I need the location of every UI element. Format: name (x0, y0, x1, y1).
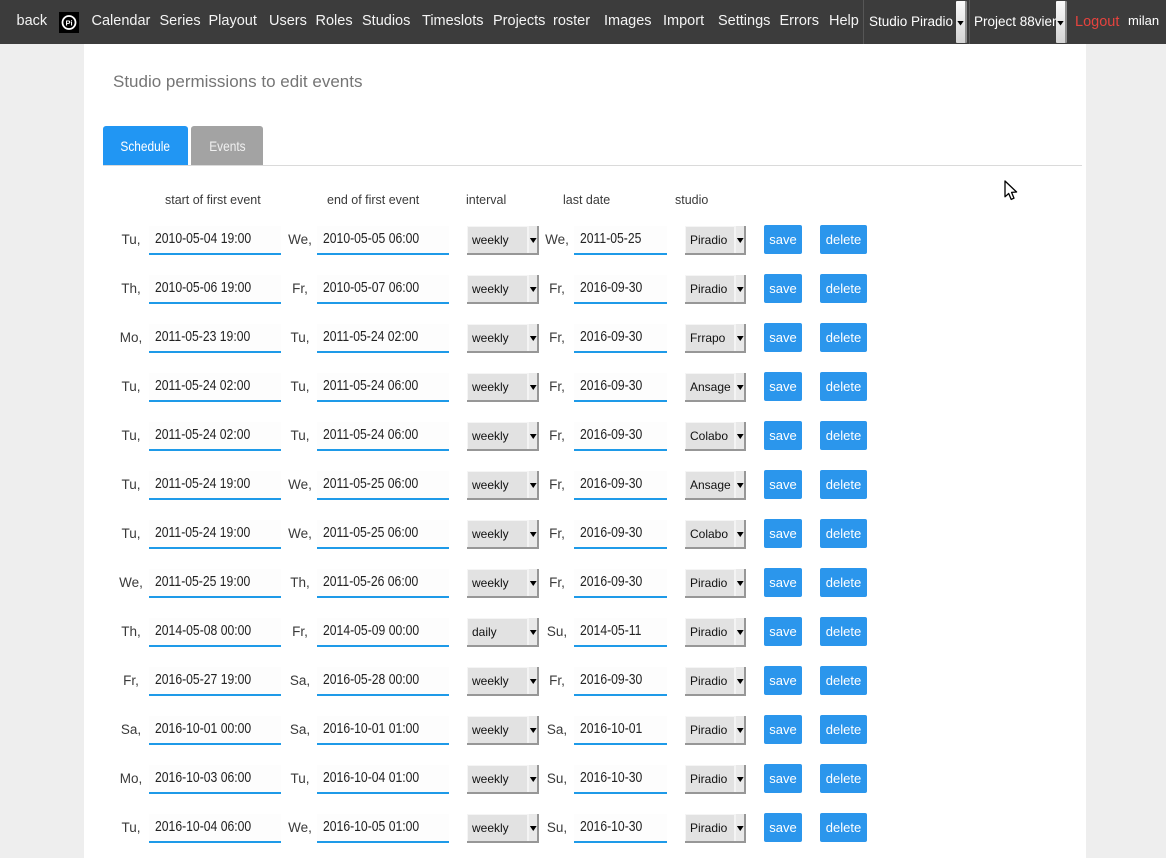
svg-text:Pi: Pi (65, 19, 72, 28)
